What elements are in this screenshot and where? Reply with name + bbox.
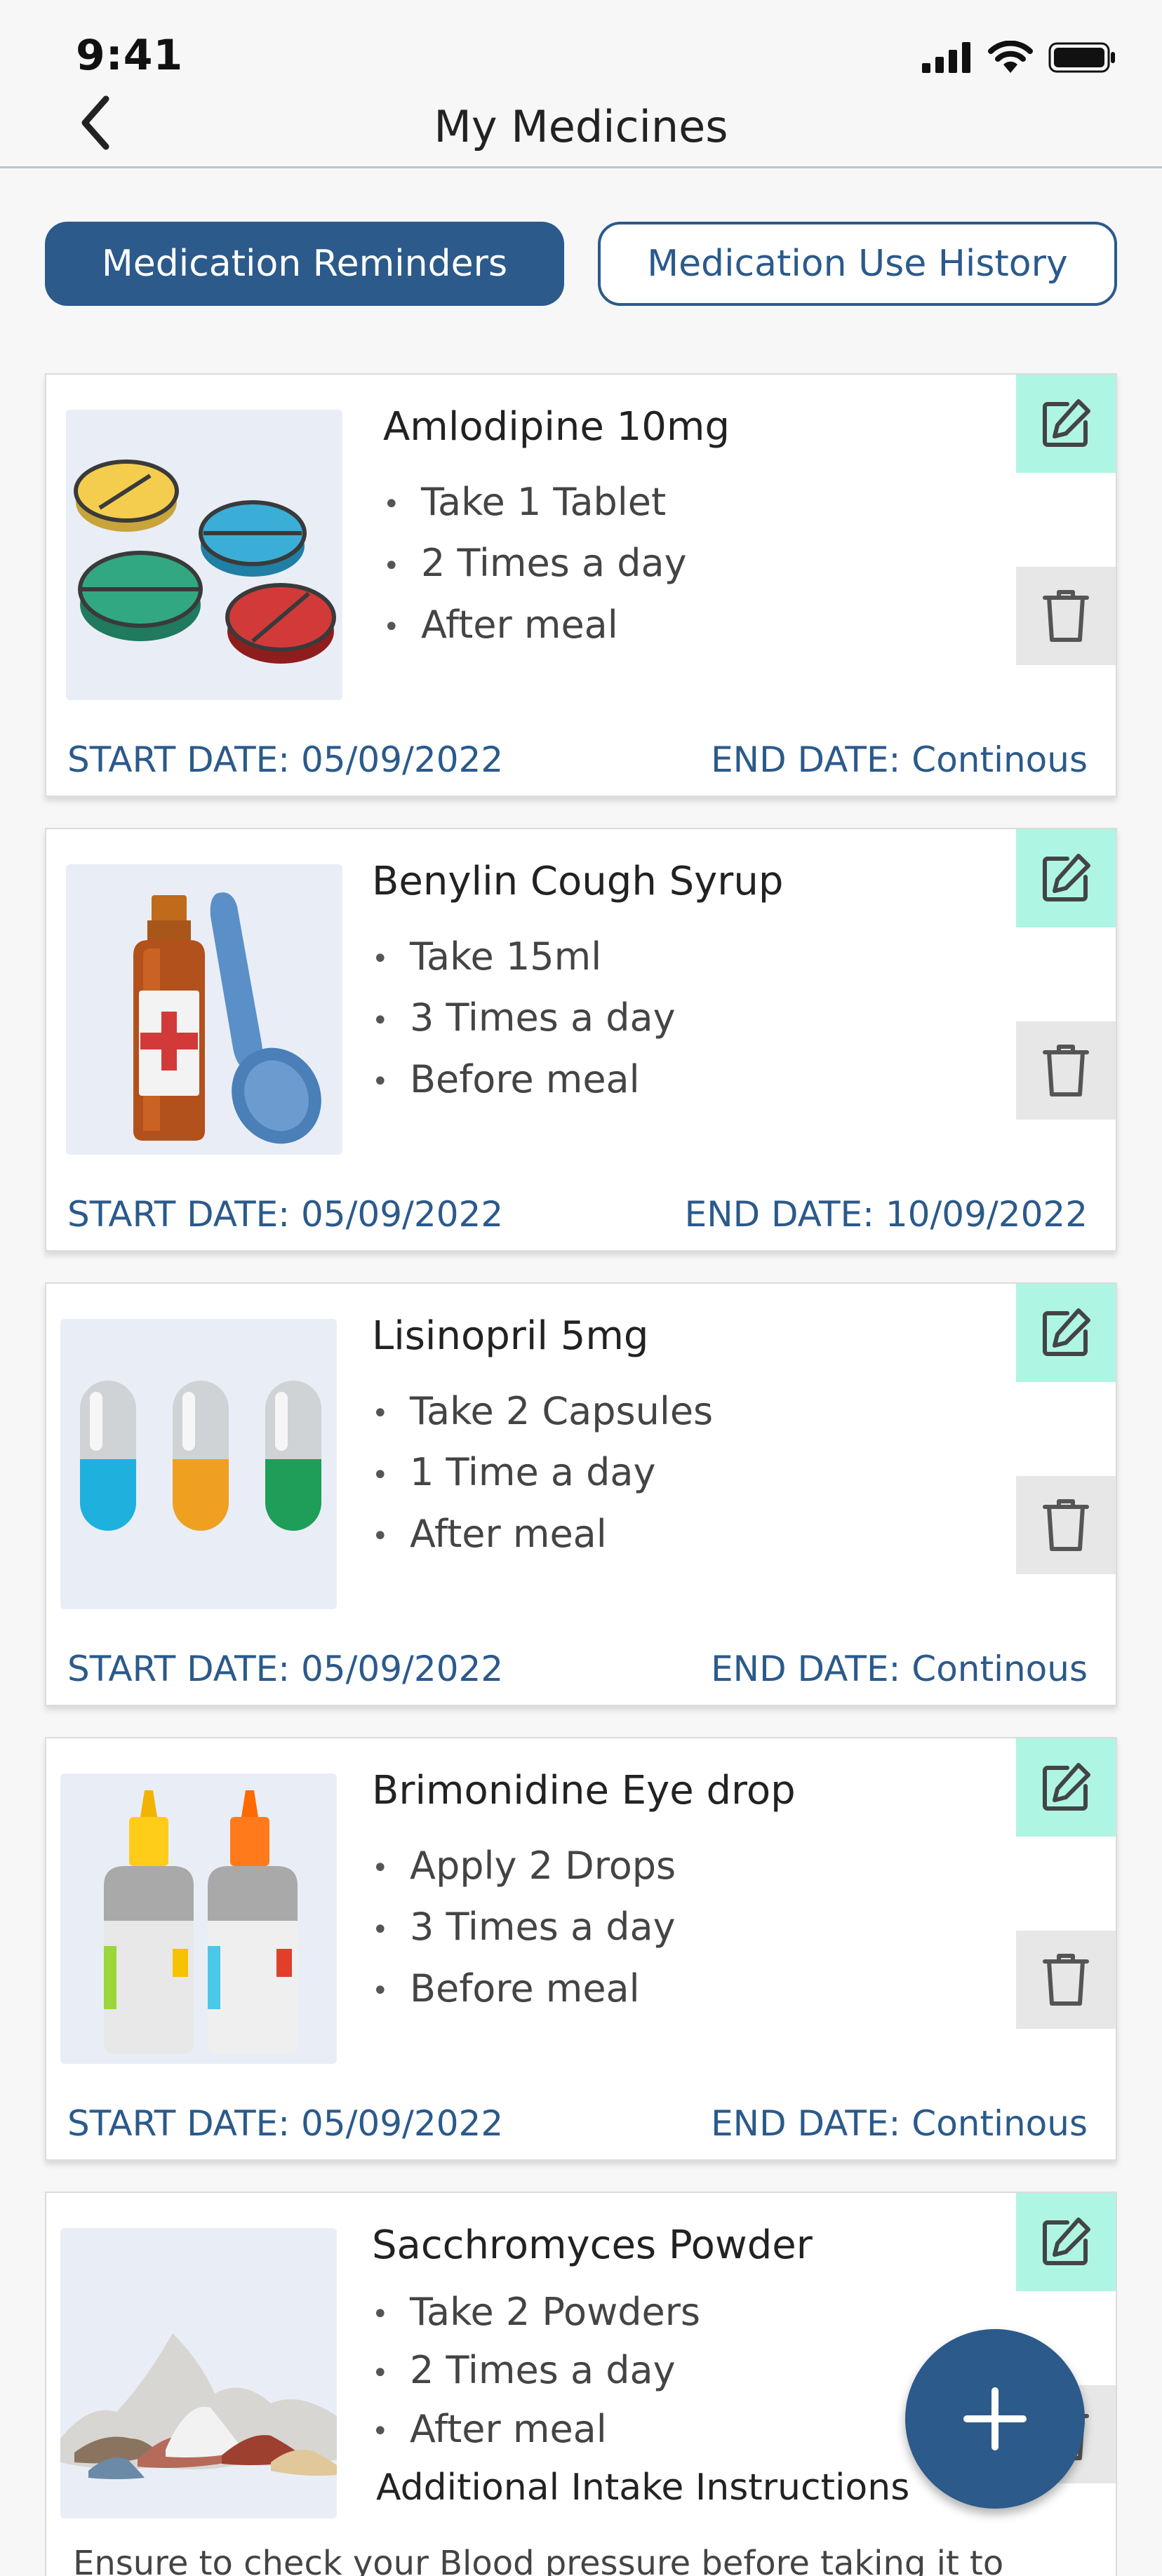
end-date: END DATE: Continous — [711, 739, 1088, 780]
edit-icon — [1043, 854, 1090, 901]
edit-icon — [1043, 1308, 1090, 1356]
page-title: My Medicines — [434, 101, 728, 152]
medicine-card[interactable]: Brimonidine Eye drop Apply 2 Drops 3 Tim… — [45, 1737, 1117, 2161]
plus-icon — [963, 2387, 1027, 2450]
tab-medication-reminders[interactable]: Medication Reminders — [45, 222, 564, 306]
timing-item: After meal — [372, 2401, 700, 2460]
trash-icon — [1043, 590, 1089, 642]
medicine-card[interactable]: Benylin Cough Syrup Take 15ml 3 Times a … — [45, 828, 1117, 1252]
medicine-name: Benylin Cough Syrup — [372, 859, 784, 904]
additional-instructions-heading: Additional Intake Instructions — [376, 2467, 910, 2509]
frequency-item: 2 Times a day — [383, 534, 687, 595]
end-date: END DATE: Continous — [711, 1649, 1088, 1689]
start-date: START DATE: 05/09/2022 — [67, 739, 504, 780]
powder-piles-illustration — [60, 2228, 337, 2518]
medicine-card[interactable]: Lisinopril 5mg Take 2 Capsules 1 Time a … — [45, 1282, 1117, 1706]
trash-icon — [1043, 1954, 1089, 2006]
wifi-icon — [988, 41, 1033, 73]
delete-button[interactable] — [1016, 1476, 1116, 1574]
dosage-list: Take 2 Capsules 1 Time a day After meal — [372, 1382, 713, 1566]
start-date: START DATE: 05/09/2022 — [67, 1194, 504, 1235]
status-icons — [922, 41, 1116, 73]
edit-button[interactable] — [1016, 375, 1116, 473]
additional-instructions-text: Ensure to check your Blood pressure befo… — [73, 2544, 1004, 2576]
add-medicine-button[interactable] — [905, 2329, 1085, 2509]
app-header: My Medicines — [0, 91, 1162, 168]
eye-drop-bottles-illustration — [60, 1773, 337, 2064]
medicine-name: Brimonidine Eye drop — [372, 1768, 796, 1813]
delete-button[interactable] — [1016, 1931, 1116, 2029]
timing-item: After meal — [383, 596, 687, 657]
start-date: START DATE: 05/09/2022 — [67, 2103, 504, 2144]
syrup-bottle-illustration — [66, 864, 342, 1155]
dosage-item: Apply 2 Drops — [372, 1837, 676, 1898]
frequency-item: 2 Times a day — [372, 2342, 700, 2401]
status-time: 9:41 — [76, 31, 184, 80]
edit-icon — [1043, 399, 1090, 447]
end-date: END DATE: 10/09/2022 — [684, 1194, 1088, 1235]
syrup-bottle-image — [66, 864, 342, 1155]
medicine-card[interactable]: Amlodipine 10mg Take 1 Tablet 2 Times a … — [45, 373, 1117, 797]
frequency-item: 3 Times a day — [372, 1898, 676, 1959]
dosage-item: Take 2 Powders — [372, 2284, 700, 2342]
cellular-signal-icon — [922, 42, 970, 73]
medicine-name: Sacchromyces Powder — [372, 2222, 813, 2268]
timing-item: Before meal — [372, 1959, 676, 2020]
delete-button[interactable] — [1016, 567, 1116, 665]
dosage-item: Take 15ml — [372, 927, 676, 988]
dosage-list: Take 2 Powders 2 Times a day After meal — [372, 2284, 700, 2460]
status-bar: 9:41 — [0, 0, 1162, 91]
start-date: START DATE: 05/09/2022 — [67, 1649, 504, 1689]
edit-button[interactable] — [1016, 1738, 1116, 1837]
frequency-item: 1 Time a day — [372, 1443, 713, 1504]
capsules-illustration — [60, 1319, 337, 1609]
frequency-item: 3 Times a day — [372, 988, 676, 1049]
dosage-list: Take 15ml 3 Times a day Before meal — [372, 927, 676, 1111]
tab-medication-use-history[interactable]: Medication Use History — [598, 222, 1117, 306]
edit-button[interactable] — [1016, 829, 1116, 927]
dosage-list: Apply 2 Drops 3 Times a day Before meal — [372, 1837, 676, 2020]
edit-icon — [1043, 1763, 1090, 1811]
edit-icon — [1043, 2218, 1090, 2265]
tab-bar: Medication Reminders Medication Use Hist… — [45, 222, 1117, 306]
trash-icon — [1043, 1045, 1089, 1096]
delete-button[interactable] — [1016, 1021, 1116, 1120]
edit-button[interactable] — [1016, 2193, 1116, 2291]
medicine-name: Lisinopril 5mg — [372, 1313, 649, 1359]
end-date: END DATE: Continous — [711, 2103, 1088, 2144]
dosage-list: Take 1 Tablet 2 Times a day After meal — [383, 473, 687, 657]
dosage-item: Take 1 Tablet — [383, 473, 687, 534]
timing-item: Before meal — [372, 1050, 676, 1111]
medicine-name: Amlodipine 10mg — [383, 404, 730, 450]
edit-button[interactable] — [1016, 1284, 1116, 1382]
powder-piles-image — [60, 2228, 337, 2518]
tablets-image — [66, 410, 342, 700]
trash-icon — [1043, 1499, 1089, 1551]
dosage-item: Take 2 Capsules — [372, 1382, 713, 1443]
eye-drop-bottles-image — [60, 1773, 337, 2064]
battery-icon — [1048, 42, 1115, 73]
capsules-image — [60, 1319, 337, 1609]
timing-item: After meal — [372, 1505, 713, 1566]
tablets-illustration — [66, 410, 342, 700]
